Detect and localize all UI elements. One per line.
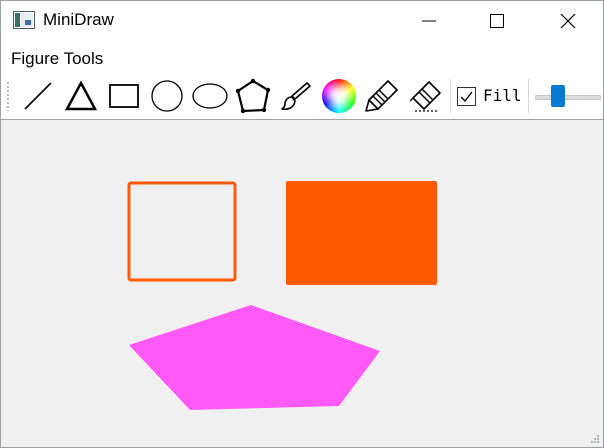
tool-line-button[interactable] — [18, 77, 58, 115]
brush-icon — [281, 82, 311, 111]
filled-rectangle-shape — [286, 181, 437, 285]
minidraw-window: MiniDraw Figure Tools Fill — [0, 0, 604, 448]
toolbar-grip[interactable] — [6, 81, 10, 111]
tool-rectangle-button[interactable] — [104, 77, 144, 115]
pen-width-slider[interactable] — [535, 95, 601, 100]
window-title: MiniDraw — [43, 10, 114, 29]
minimize-button[interactable] — [406, 1, 452, 41]
tool-triangle-button[interactable] — [61, 77, 101, 115]
resize-grip-icon[interactable] — [590, 434, 600, 444]
eraser-icon — [409, 81, 441, 112]
pen-width-slider-handle[interactable] — [551, 85, 565, 107]
line-icon — [24, 82, 52, 110]
tool-eraser-button[interactable] — [405, 77, 445, 115]
app-icon — [13, 11, 35, 29]
tool-brush-button[interactable] — [276, 77, 316, 115]
menu-figure-tools[interactable]: Figure Tools — [11, 49, 103, 69]
outlined-rectangle-shape — [127, 181, 237, 282]
maximize-button[interactable] — [474, 1, 520, 41]
fill-label[interactable]: Fill — [483, 86, 522, 106]
tool-color-button[interactable] — [319, 77, 359, 115]
tool-polygon-button[interactable] — [233, 77, 273, 115]
polygon-icon — [235, 78, 271, 114]
menu-bar: Figure Tools — [1, 41, 603, 73]
toolbar: Fill — [1, 73, 603, 120]
maximize-icon — [490, 14, 504, 28]
fill-checkbox[interactable] — [457, 87, 476, 106]
rectangle-icon — [109, 84, 139, 108]
close-button[interactable] — [545, 1, 591, 41]
toolbar-separator — [450, 79, 451, 113]
triangle-icon — [64, 80, 98, 111]
checkmark-icon — [460, 91, 473, 103]
toolbar-separator — [528, 79, 529, 113]
minimize-icon — [422, 20, 436, 22]
drawing-canvas[interactable] — [1, 120, 603, 447]
ellipse-icon — [192, 83, 228, 109]
tool-circle-button[interactable] — [147, 77, 187, 115]
close-icon — [560, 13, 576, 29]
circle-icon — [151, 80, 183, 112]
color-wheel-icon — [322, 79, 356, 113]
tool-freehand-button[interactable] — [362, 77, 402, 115]
freehand-icon — [365, 80, 398, 112]
tool-ellipse-button[interactable] — [190, 77, 230, 115]
title-bar[interactable]: MiniDraw — [1, 1, 603, 41]
filled-pentagon-shape — [129, 305, 380, 410]
